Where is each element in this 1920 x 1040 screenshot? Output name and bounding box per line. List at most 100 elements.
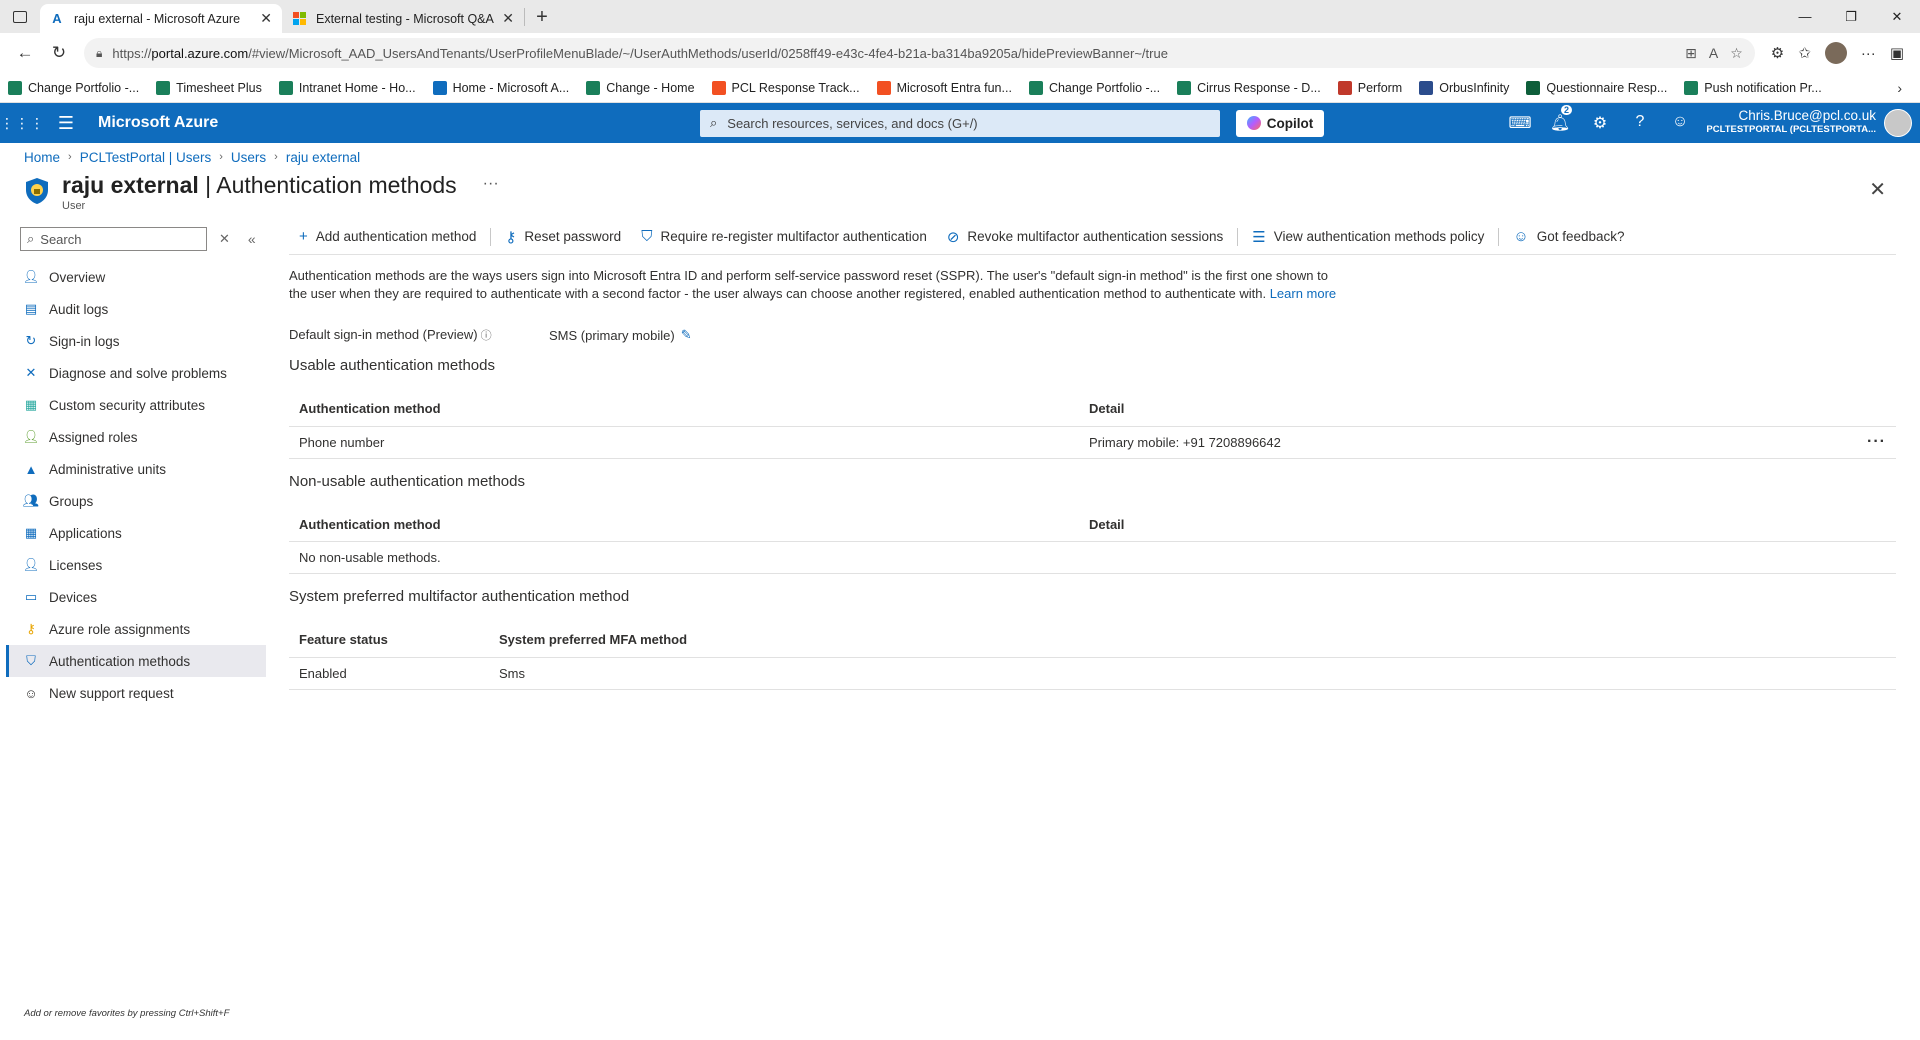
breadcrumb-users[interactable]: Users (231, 150, 266, 165)
key-icon: ⚷ (505, 228, 517, 246)
sidebar-toggle-icon[interactable]: ▣ (1890, 44, 1904, 62)
close-window-icon[interactable]: ✕ (1874, 0, 1920, 33)
bookmark-item[interactable]: Timesheet Plus (156, 80, 262, 95)
sidebar-item-applications[interactable]: ▦ Applications (6, 517, 266, 549)
sidebar-item-label: Diagnose and solve problems (49, 365, 227, 381)
bookmark-item[interactable]: Intranet Home - Ho... (278, 80, 416, 95)
command-bar: + Add authentication method ⚷ Reset passwo… (289, 219, 1896, 255)
toolbar-divider (1498, 227, 1500, 246)
collapse-menu-icon[interactable]: « (248, 231, 256, 247)
sidebar-item-authentication-methods[interactable]: ⛉ Authentication methods (6, 645, 266, 677)
sidebar-item-sign-in-logs[interactable]: ↻ Sign-in logs (6, 325, 266, 357)
sidebar-item-custom-security-attributes[interactable]: ▦ Custom security attributes (6, 389, 266, 421)
cloud-shell-icon[interactable]: ⌨ (1500, 113, 1540, 133)
tab-qna[interactable]: External testing - Microsoft Q&A ✕ (282, 4, 524, 33)
sidebar-item-audit-logs[interactable]: ▤ Audit logs (6, 293, 266, 325)
sidebar-item-new-support-request[interactable]: ☺ New support request (6, 677, 266, 709)
address-bar: ← ↻ 🔒︎ https://portal.azure.com/#view/Mi… (0, 33, 1920, 73)
favorites-icon[interactable]: ✩ (1798, 44, 1811, 62)
read-aloud-icon[interactable]: A (1709, 45, 1718, 62)
feedback-icon: ☺ (1513, 228, 1529, 245)
sidebar-item-overview[interactable]: 👤︎ Overview (6, 261, 266, 293)
help-icon[interactable]: ? (1620, 113, 1660, 133)
bookmark-item[interactable]: Change - Home (586, 80, 695, 95)
breadcrumb-home[interactable]: Home (24, 150, 60, 165)
back-icon[interactable]: ← (8, 43, 42, 63)
global-search-input[interactable]: ⌕ Search resources, services, and docs (… (700, 109, 1220, 137)
bookmark-icon (156, 80, 171, 95)
close-tab-icon[interactable]: ✕ (502, 10, 514, 27)
breadcrumb-user[interactable]: raju external (286, 150, 360, 165)
feedback-icon[interactable]: ☺ (1660, 113, 1700, 133)
clear-search-icon[interactable]: ✕ (219, 231, 230, 247)
toolbar-divider (490, 227, 492, 246)
azure-brand[interactable]: Microsoft Azure (98, 114, 388, 132)
non-usable-methods-title: Non-usable authentication methods (289, 472, 525, 490)
sidebar-item-groups[interactable]: 👥︎ Groups (6, 485, 266, 517)
app-launcher-icon[interactable]: ⋮⋮⋮ (0, 115, 44, 132)
bookmark-item[interactable]: PCL Response Track... (711, 80, 860, 95)
settings-gear-icon[interactable]: ⚙ (1580, 113, 1620, 133)
refresh-icon[interactable]: ↻ (42, 43, 76, 63)
revoke-mfa-sessions-button[interactable]: ⊘ Revoke multifactor authentication sessi… (937, 228, 1233, 246)
favorites-hint: Add or remove favorites by pressing Ctrl… (24, 1008, 230, 1019)
breadcrumb-tenant-users[interactable]: PCLTestPortal | Users (80, 150, 212, 165)
more-icon[interactable]: ··· (1861, 45, 1876, 62)
units-icon: ▲ (24, 461, 38, 477)
table-row: Phone number Primary mobile: +91 7208896… (289, 426, 1896, 459)
chevron-right-icon: › (219, 151, 223, 163)
notification-count-badge: 2 (1560, 105, 1572, 115)
row-more-icon[interactable]: ··· (1856, 426, 1896, 459)
new-tab-button[interactable]: + (525, 7, 559, 27)
chevron-right-icon: › (68, 151, 72, 163)
add-authentication-method-button[interactable]: + Add authentication method (289, 228, 486, 245)
sidebar-item-azure-role-assignments[interactable]: ⚷ Azure role assignments (6, 613, 266, 645)
sidebar-item-licenses[interactable]: 👤︎ Licenses (6, 549, 266, 581)
sidebar-item-diagnose-and-solve-problems[interactable]: ✕ Diagnose and solve problems (6, 357, 266, 389)
close-blade-icon[interactable]: ✕ (1869, 177, 1886, 202)
minimize-icon[interactable]: — (1782, 0, 1828, 33)
edit-pencil-icon[interactable]: ✎ (681, 327, 692, 343)
account-info[interactable]: Chris.Bruce@pcl.co.uk PCLTESTPORTAL (PCL… (1706, 109, 1876, 137)
portal-menu-icon[interactable]: ☰ (44, 113, 88, 134)
extensions-icon[interactable]: ⚙ (1771, 44, 1784, 62)
bookmark-item[interactable]: OrbusInfinity (1419, 80, 1509, 95)
user-avatar[interactable] (1884, 109, 1912, 137)
sidebar-item-administrative-units[interactable]: ▲ Administrative units (6, 453, 266, 485)
require-reregister-mfa-button[interactable]: ⛉ Require re-register multifactor authent… (631, 228, 937, 245)
bookmark-item[interactable]: Cirrus Response - D... (1177, 80, 1321, 95)
tab-azure[interactable]: A raju external - Microsoft Azure ✕ (40, 4, 282, 33)
bookmark-item[interactable]: Change Portfolio -... (1028, 80, 1160, 95)
lock-icon[interactable]: 🔒︎ (96, 46, 102, 61)
bookmark-item[interactable]: Microsoft Entra fun... (876, 80, 1012, 95)
bookmark-icon (1419, 80, 1434, 95)
more-options-icon[interactable]: ··· (483, 175, 499, 193)
view-policy-button[interactable]: ☰ View authentication methods policy (1242, 228, 1494, 246)
favorite-star-icon[interactable]: ☆ (1730, 45, 1743, 62)
bookmark-item[interactable]: Home - Microsoft A... (432, 80, 569, 95)
bookmark-item[interactable]: Perform (1337, 80, 1402, 95)
bookmark-item[interactable]: Push notification Pr... (1684, 80, 1822, 95)
description: Authentication methods are the ways user… (289, 268, 1337, 301)
app-install-icon[interactable]: ⊞ (1685, 45, 1697, 62)
bookmark-item[interactable]: Questionnaire Resp... (1526, 80, 1667, 95)
notifications-icon[interactable]: 🔔︎ 2 (1540, 105, 1580, 133)
learn-more-link[interactable]: Learn more (1270, 286, 1336, 301)
profile-avatar[interactable] (1824, 42, 1847, 64)
sidebar-item-label: New support request (49, 685, 174, 701)
url-input[interactable]: 🔒︎ https://portal.azure.com/#view/Micros… (84, 38, 1755, 68)
chevron-right-icon[interactable]: › (1897, 80, 1902, 96)
restore-icon[interactable]: ❐ (1828, 0, 1874, 33)
reset-password-button[interactable]: ⚷ Reset password (495, 228, 631, 246)
page-title: raju external | Authentication methods (62, 172, 457, 198)
bookmark-item[interactable]: Change Portfolio -... (8, 80, 139, 95)
info-icon[interactable]: ⓘ (481, 330, 492, 342)
workspaces-icon[interactable] (0, 0, 40, 33)
feedback-button[interactable]: ☺ Got feedback? (1503, 228, 1634, 245)
close-tab-icon[interactable]: ✕ (260, 10, 272, 27)
copilot-button[interactable]: Copilot (1236, 109, 1324, 137)
menu-search-input[interactable]: ⌕ Search (20, 227, 207, 251)
bookmarks-bar: Change Portfolio -... Timesheet Plus Intra… (0, 73, 1920, 103)
sidebar-item-devices[interactable]: ▭ Devices (6, 581, 266, 613)
sidebar-item-assigned-roles[interactable]: 👤︎ Assigned roles (6, 421, 266, 453)
